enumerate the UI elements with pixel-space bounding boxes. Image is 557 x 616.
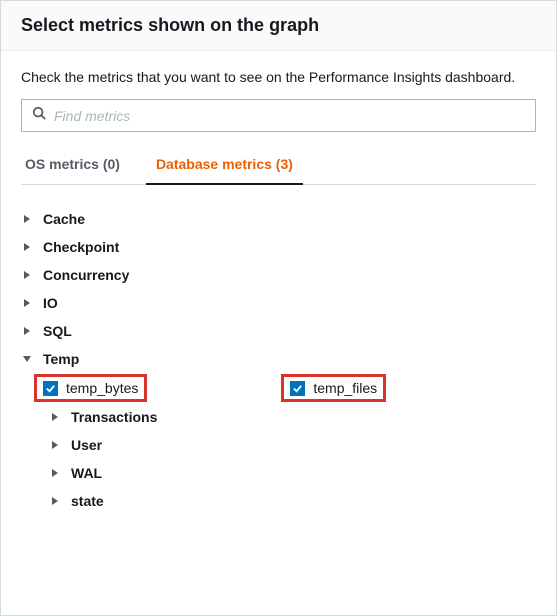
- category-checkpoint[interactable]: Checkpoint: [21, 233, 536, 261]
- category-label: Transactions: [71, 409, 157, 425]
- caret-right-icon: [49, 412, 61, 422]
- category-label: WAL: [71, 465, 102, 481]
- category-label: Cache: [43, 211, 85, 227]
- caret-right-icon: [21, 242, 33, 252]
- metrics-selection-panel: Select metrics shown on the graph Check …: [0, 0, 557, 616]
- panel-body: Check the metrics that you want to see o…: [1, 51, 556, 533]
- metrics-tree: Cache Checkpoint Concurrency IO: [21, 185, 536, 515]
- metrics-tabs: OS metrics (0) Database metrics (3): [21, 146, 536, 185]
- category-wal[interactable]: WAL: [21, 459, 536, 487]
- category-state[interactable]: state: [21, 487, 536, 515]
- caret-right-icon: [21, 214, 33, 224]
- category-transactions[interactable]: Transactions: [21, 403, 536, 431]
- metric-temp-bytes[interactable]: temp_bytes: [37, 377, 144, 399]
- caret-right-icon: [21, 270, 33, 280]
- category-label: SQL: [43, 323, 72, 339]
- temp-metrics-row: temp_bytes temp_files: [21, 373, 536, 403]
- metric-temp-files[interactable]: temp_files: [284, 377, 383, 399]
- caret-right-icon: [49, 496, 61, 506]
- caret-right-icon: [49, 468, 61, 478]
- search-icon: [32, 106, 46, 125]
- caret-right-icon: [21, 298, 33, 308]
- checkbox-checked-icon[interactable]: [290, 381, 305, 396]
- category-temp[interactable]: Temp: [21, 345, 536, 373]
- tab-os-metrics[interactable]: OS metrics (0): [21, 146, 124, 184]
- panel-description: Check the metrics that you want to see o…: [21, 69, 536, 85]
- panel-header: Select metrics shown on the graph: [1, 1, 556, 51]
- search-input[interactable]: [54, 108, 525, 124]
- category-label: Checkpoint: [43, 239, 119, 255]
- category-concurrency[interactable]: Concurrency: [21, 261, 536, 289]
- caret-right-icon: [49, 440, 61, 450]
- category-label: Temp: [43, 351, 79, 367]
- category-cache[interactable]: Cache: [21, 205, 536, 233]
- caret-down-icon: [21, 355, 33, 363]
- category-io[interactable]: IO: [21, 289, 536, 317]
- checkbox-checked-icon[interactable]: [43, 381, 58, 396]
- metric-label: temp_bytes: [66, 380, 138, 396]
- caret-right-icon: [21, 326, 33, 336]
- tab-database-metrics[interactable]: Database metrics (3): [152, 146, 297, 184]
- category-label: IO: [43, 295, 58, 311]
- panel-title: Select metrics shown on the graph: [21, 15, 536, 36]
- category-sql[interactable]: SQL: [21, 317, 536, 345]
- category-label: state: [71, 493, 104, 509]
- category-user[interactable]: User: [21, 431, 536, 459]
- category-label: Concurrency: [43, 267, 129, 283]
- search-field[interactable]: [21, 99, 536, 132]
- metric-label: temp_files: [313, 380, 377, 396]
- category-label: User: [71, 437, 102, 453]
